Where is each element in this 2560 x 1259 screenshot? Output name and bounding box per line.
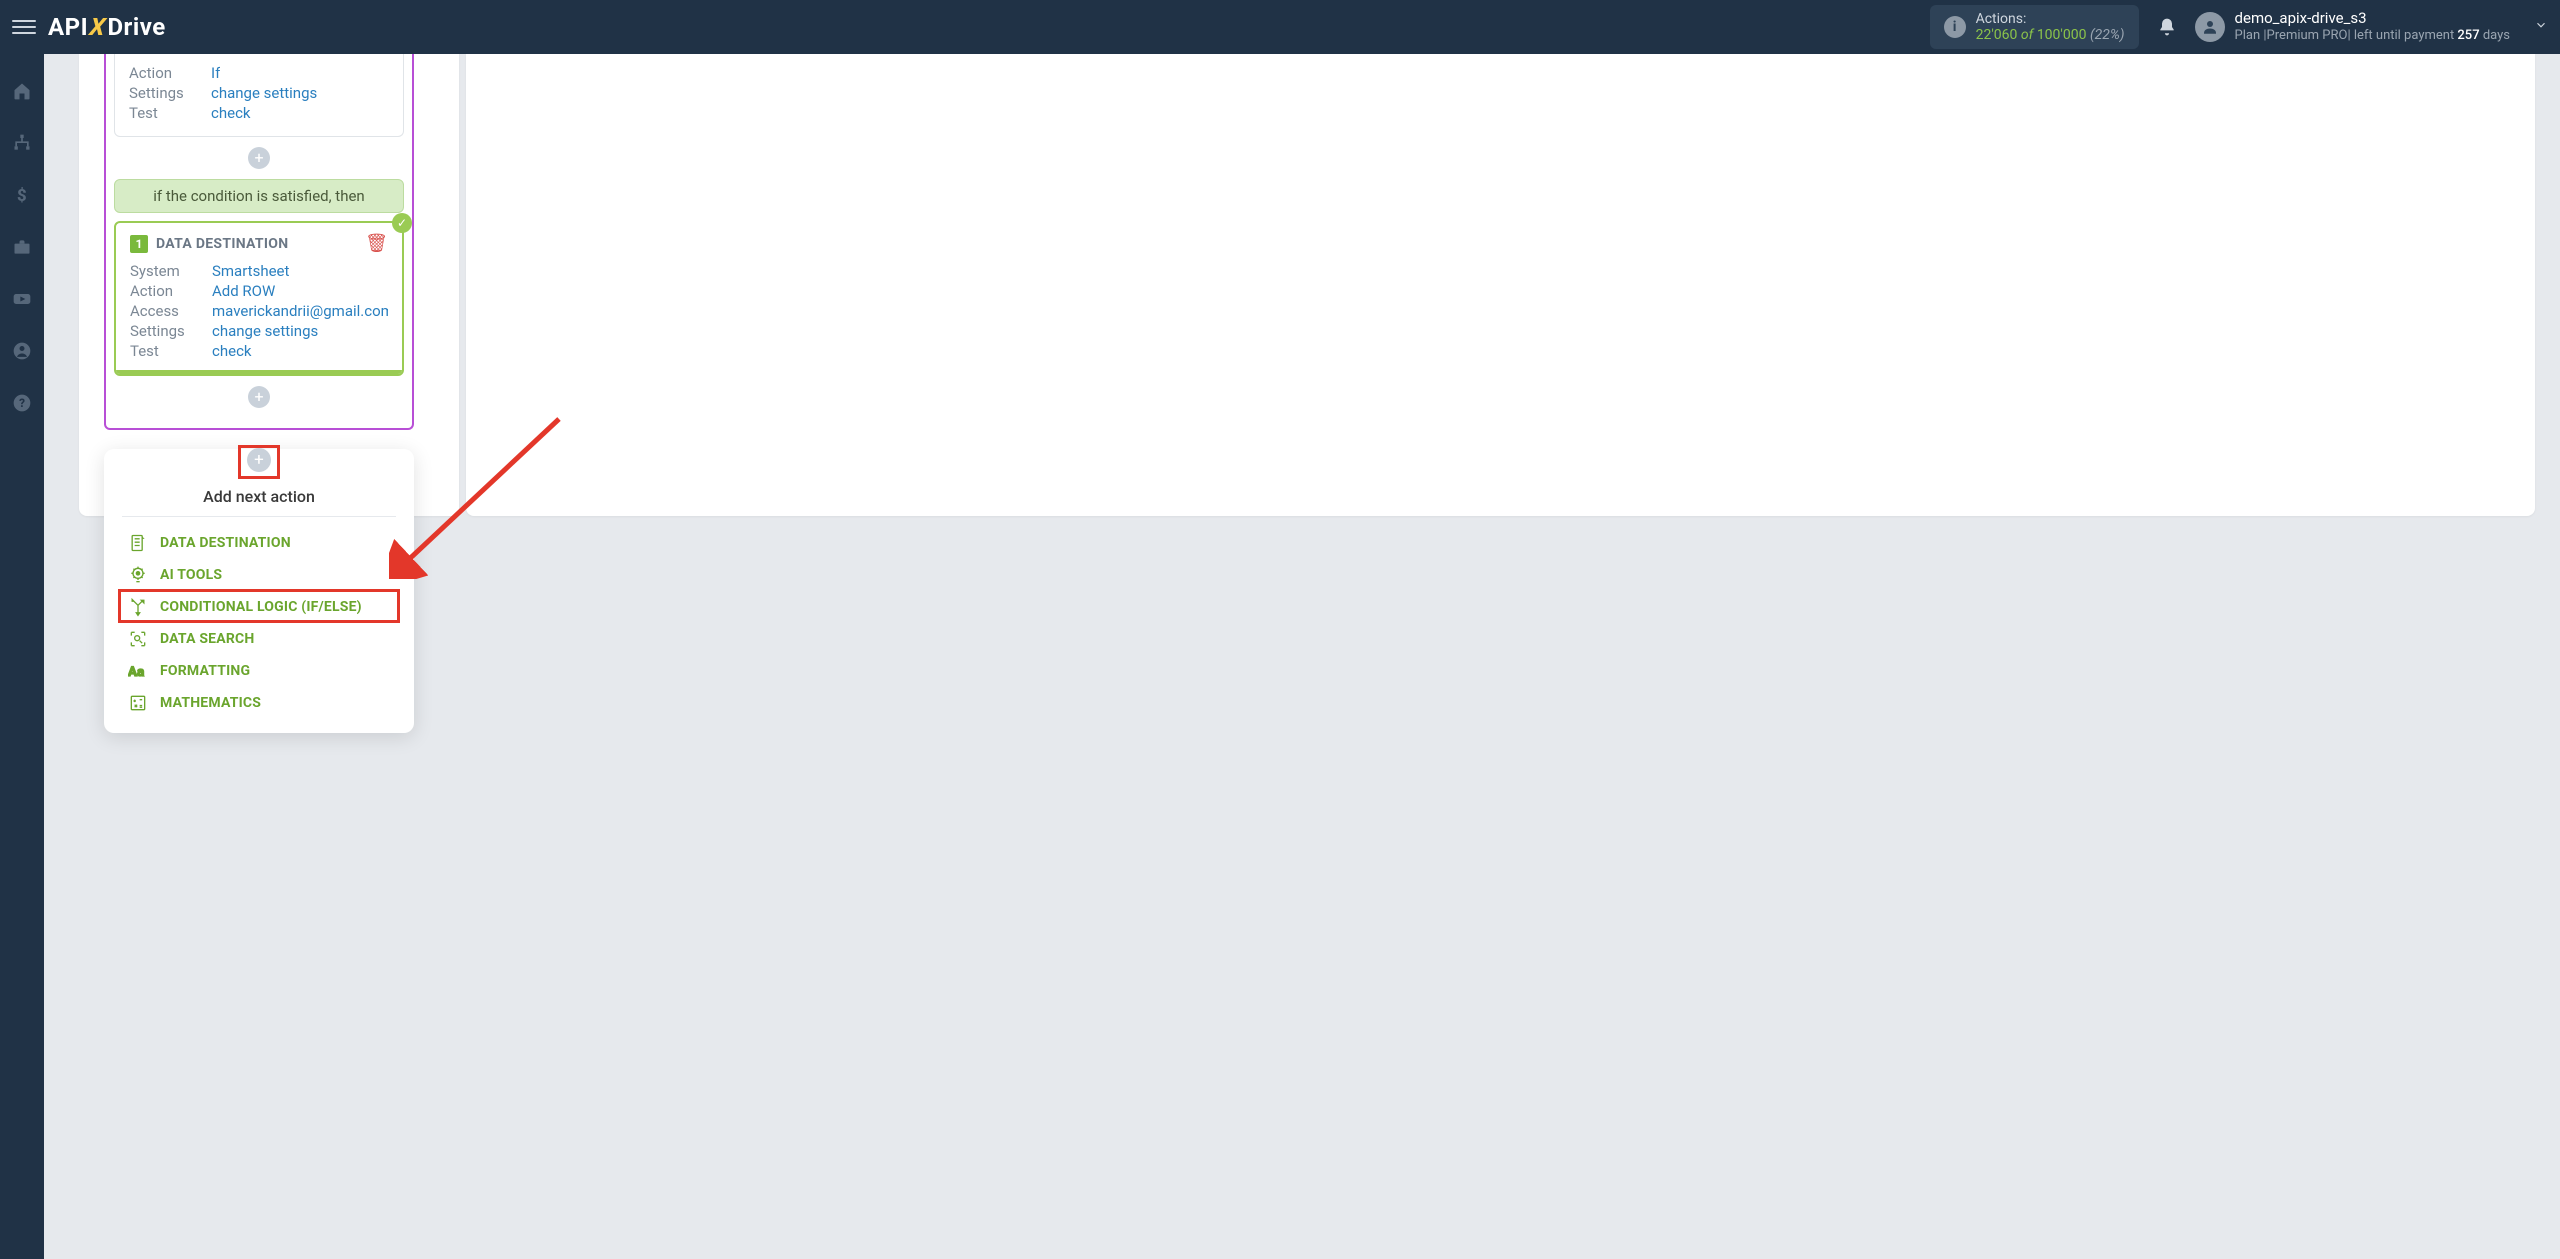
svg-text:$: $	[17, 187, 27, 205]
user-menu[interactable]: demo_apix-drive_s3 Plan |Premium PRO| le…	[2195, 9, 2548, 45]
sidebar-connections-icon[interactable]	[0, 126, 44, 160]
add-next-action-button[interactable]: +	[247, 448, 271, 472]
delete-icon[interactable]: 🗑	[365, 233, 388, 254]
action-item-label: DATA SEARCH	[160, 631, 254, 647]
action-item-label: CONDITIONAL LOGIC (IF/ELSE)	[160, 599, 362, 615]
logo-api: API	[48, 13, 88, 41]
card-label: Action	[130, 282, 212, 300]
action-item-label: AI TOOLS	[160, 567, 222, 583]
svg-text:Aa: Aa	[128, 665, 144, 680]
condition-card: ActionIf Settingschange settings Testche…	[114, 54, 404, 137]
card-value-system[interactable]: Smartsheet	[212, 262, 289, 280]
sidebar: $ ?	[0, 54, 44, 1259]
topbar: APIXDrive i Actions: 22'060 of 100'000 (…	[0, 0, 2560, 54]
panel-right	[466, 54, 2535, 516]
actions-label: Actions:	[1976, 11, 2125, 27]
canvas: ActionIf Settingschange settings Testche…	[44, 54, 2560, 1259]
sidebar-youtube-icon[interactable]	[0, 282, 44, 316]
actions-of: of	[2021, 27, 2033, 43]
actions-total: 100'000	[2037, 27, 2087, 43]
add-step-button[interactable]: +	[248, 386, 270, 408]
action-ai-tools[interactable]: AI TOOLS	[104, 559, 414, 591]
avatar-icon	[2195, 12, 2225, 42]
add-step-button[interactable]: +	[248, 147, 270, 169]
user-plan: Plan |Premium PRO| left until payment 25…	[2235, 28, 2510, 45]
panel-heading: Add next action	[104, 487, 414, 506]
logo-drive: Drive	[107, 13, 165, 41]
action-conditional-logic[interactable]: CONDITIONAL LOGIC (IF/ELSE)	[104, 591, 414, 623]
svg-text:?: ?	[19, 396, 25, 410]
conditional-wrap: ActionIf Settingschange settings Testche…	[104, 54, 414, 430]
flow-column: ActionIf Settingschange settings Testche…	[104, 54, 414, 430]
add-action-panel: + Add next action DATA DESTINATION AI TO…	[104, 449, 414, 733]
card-value-action[interactable]: If	[211, 64, 220, 82]
action-mathematics[interactable]: MATHEMATICS	[104, 687, 414, 719]
condition-banner: if the condition is satisfied, then	[114, 179, 404, 213]
card-label: Settings	[129, 84, 211, 102]
destination-card: ✓ 1 DATA DESTINATION 🗑 SystemSmartsheet …	[114, 221, 404, 376]
notifications-icon[interactable]	[2157, 17, 2177, 37]
actions-used: 22'060	[1976, 27, 2018, 43]
action-item-label: DATA DESTINATION	[160, 535, 291, 551]
actions-pct: (22%)	[2090, 27, 2125, 43]
check-badge-icon: ✓	[392, 213, 412, 233]
menu-toggle[interactable]	[12, 15, 36, 39]
sidebar-help-icon[interactable]: ?	[0, 386, 44, 420]
sidebar-user-icon[interactable]	[0, 334, 44, 368]
card-label: Settings	[130, 322, 212, 340]
user-name: demo_apix-drive_s3	[2235, 9, 2510, 29]
info-icon: i	[1944, 16, 1966, 38]
sidebar-home-icon[interactable]	[0, 74, 44, 108]
chevron-down-icon	[2534, 17, 2548, 36]
card-label: System	[130, 262, 212, 280]
card-value-test[interactable]: check	[212, 342, 252, 360]
card-value-settings[interactable]: change settings	[211, 84, 317, 102]
sidebar-briefcase-icon[interactable]	[0, 230, 44, 264]
card-label: Test	[130, 342, 212, 360]
card-label: Access	[130, 302, 212, 320]
destination-title: DATA DESTINATION	[156, 236, 288, 252]
destination-number: 1	[130, 235, 148, 253]
card-label: Test	[129, 104, 211, 122]
card-value-access[interactable]: maverickandrii@gmail.com	[212, 302, 388, 320]
card-value-settings[interactable]: change settings	[212, 322, 318, 340]
action-formatting[interactable]: Aa FORMATTING	[104, 655, 414, 687]
logo[interactable]: APIXDrive	[48, 13, 166, 41]
action-data-search[interactable]: DATA SEARCH	[104, 623, 414, 655]
actions-counter[interactable]: i Actions: 22'060 of 100'000 (22%)	[1930, 5, 2139, 49]
card-value-test[interactable]: check	[211, 104, 251, 122]
sidebar-billing-icon[interactable]: $	[0, 178, 44, 212]
logo-x: X	[88, 13, 107, 41]
action-item-label: MATHEMATICS	[160, 695, 261, 711]
card-label: Action	[129, 64, 211, 82]
action-item-label: FORMATTING	[160, 663, 250, 679]
action-data-destination[interactable]: DATA DESTINATION	[104, 527, 414, 559]
card-value-action[interactable]: Add ROW	[212, 282, 275, 300]
